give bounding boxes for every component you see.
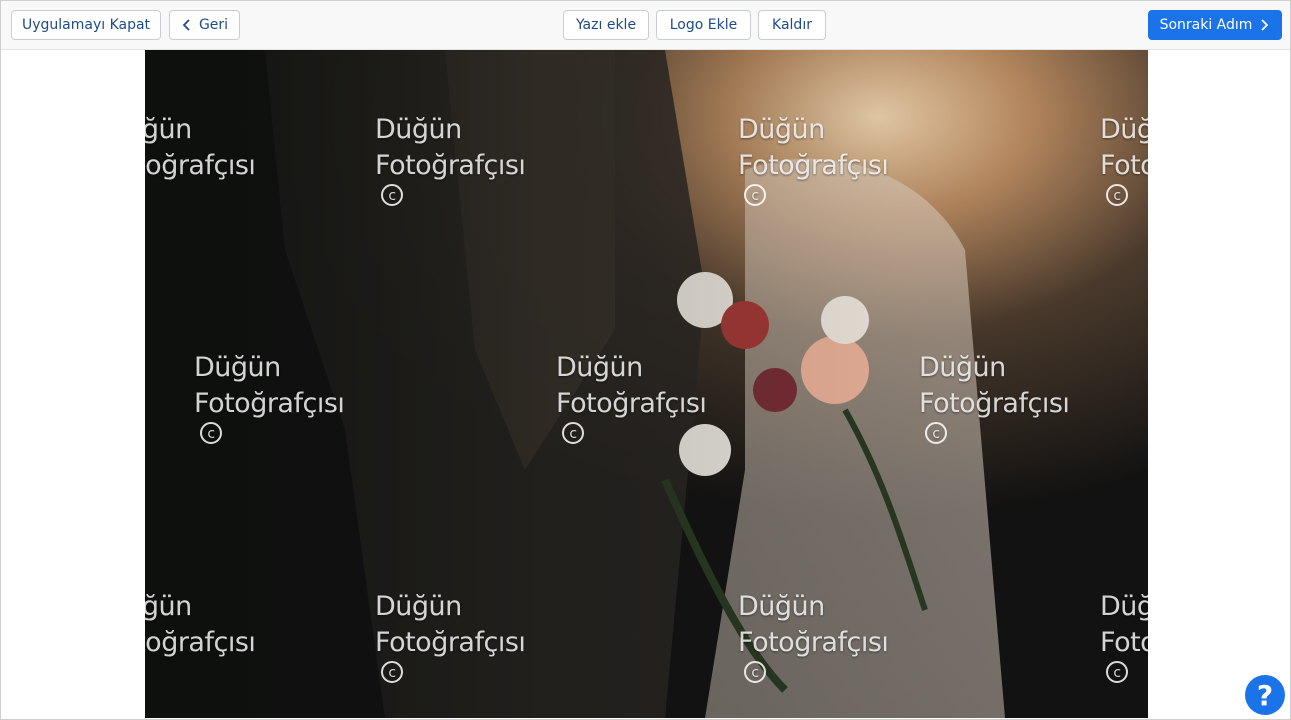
watermark-tile: Düğün Fotoğrafçısıc xyxy=(738,589,889,683)
watermark-line2: Fotoğrafçısıc xyxy=(556,388,707,444)
watermark-line2: Fotoğrafçısıc xyxy=(919,388,1070,444)
watermark-line1: Düğün xyxy=(1100,114,1148,145)
watermark-line2: Fotoğrafçısıc xyxy=(194,388,345,444)
copyright-icon: c xyxy=(562,422,584,444)
watermark-tile: Düğün Fotoğrafçısıc xyxy=(1100,112,1148,206)
copyright-icon: c xyxy=(381,184,403,206)
help-button[interactable]: ? xyxy=(1245,675,1285,715)
remove-button[interactable]: Kaldır xyxy=(758,10,826,40)
copyright-icon: c xyxy=(381,661,403,683)
remove-label: Kaldır xyxy=(772,17,812,33)
watermark-tile: Düğün Fotoğrafçısıc xyxy=(919,350,1070,444)
chevron-right-icon xyxy=(1258,18,1270,32)
watermark-line2: Fotoğrafçısıc xyxy=(738,627,889,683)
add-text-label: Yazı ekle xyxy=(575,17,637,33)
watermark-tile: Düğün Fotoğrafçısıc xyxy=(1100,589,1148,683)
watermark-tile: Düğün Fotoğrafçısıc xyxy=(145,589,256,683)
watermark-line1: Düğün xyxy=(145,114,192,145)
watermark-tile: Düğün Fotoğrafçısıc xyxy=(556,350,707,444)
watermark-tile: Düğün Fotoğrafçısıc xyxy=(145,112,256,206)
watermark-tile: Düğün Fotoğrafçısıc xyxy=(375,589,526,683)
watermark-line2: Fotoğrafçısıc xyxy=(145,625,256,683)
next-step-button[interactable]: Sonraki Adım xyxy=(1148,10,1282,40)
copyright-icon: c xyxy=(1106,184,1128,206)
watermark-line1: Düğün xyxy=(194,352,281,383)
watermark-line2: Fotoğrafçısıc xyxy=(1100,150,1148,206)
next-step-label: Sonraki Adım xyxy=(1159,17,1253,33)
watermark-line2: Fotoğrafçısıc xyxy=(375,150,526,206)
chevron-left-icon xyxy=(181,18,193,32)
watermark-tile: Düğün Fotoğrafçısıc xyxy=(738,112,889,206)
help-icon: ? xyxy=(1256,678,1274,712)
watermark-line1: Düğün xyxy=(375,591,462,622)
watermark-line1: Düğün xyxy=(1100,591,1148,622)
watermark-line1: Düğün xyxy=(738,114,825,145)
add-logo-label: Logo Ekle xyxy=(669,17,738,33)
toolbar: Uygulamayı Kapat Geri Yazı ekle Logo Ekl… xyxy=(1,1,1290,50)
watermark-line1: Düğün xyxy=(145,591,192,622)
copyright-icon: c xyxy=(925,422,947,444)
watermark-line2: Fotoğrafçısıc xyxy=(738,150,889,206)
photo-canvas[interactable]: Düğün Fotoğrafçısıc Düğün Fotoğrafçısıc … xyxy=(145,50,1148,718)
copyright-icon: c xyxy=(744,184,766,206)
watermark-line1: Düğün xyxy=(375,114,462,145)
close-app-label: Uygulamayı Kapat xyxy=(21,17,151,33)
watermark-line1: Düğün xyxy=(738,591,825,622)
add-text-button[interactable]: Yazı ekle xyxy=(563,10,649,40)
watermark-line2: Fotoğrafçısıc xyxy=(145,148,256,206)
watermark-tile: Düğün Fotoğrafçısıc xyxy=(375,112,526,206)
watermark-line2: Fotoğrafçısıc xyxy=(1100,627,1148,683)
back-label: Geri xyxy=(198,17,229,33)
close-app-button[interactable]: Uygulamayı Kapat xyxy=(11,10,161,40)
add-logo-button[interactable]: Logo Ekle xyxy=(656,10,751,40)
back-button[interactable]: Geri xyxy=(169,10,240,40)
watermark-line1: Düğün xyxy=(556,352,643,383)
watermark-tile: Düğün Fotoğrafçısıc xyxy=(194,350,345,444)
copyright-icon: c xyxy=(744,661,766,683)
copyright-icon: c xyxy=(1106,661,1128,683)
copyright-icon: c xyxy=(200,422,222,444)
watermark-line2: Fotoğrafçısıc xyxy=(375,627,526,683)
watermark-line1: Düğün xyxy=(919,352,1006,383)
